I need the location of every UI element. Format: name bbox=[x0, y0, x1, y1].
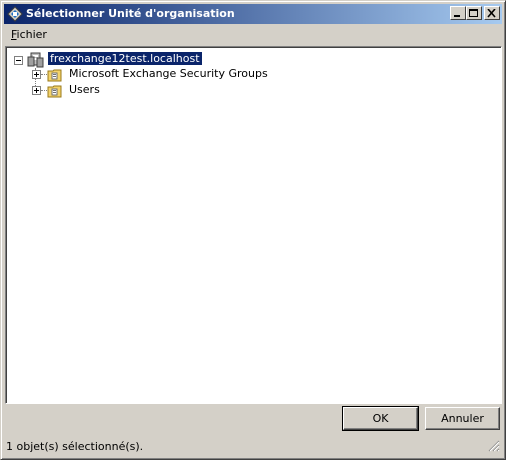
menu-file[interactable]: Fichier bbox=[9, 28, 49, 41]
expand-toggle-security-groups[interactable] bbox=[32, 70, 41, 79]
root-collapse-toggle[interactable] bbox=[14, 56, 23, 65]
app-icon bbox=[7, 6, 23, 22]
close-button[interactable] bbox=[484, 6, 500, 20]
dialog-window: Sélectionner Unité d'organisation Fichie… bbox=[0, 0, 506, 460]
maximize-button[interactable] bbox=[466, 6, 482, 20]
tree-root-label[interactable]: frexchange12test.localhost bbox=[47, 51, 203, 66]
minimize-button[interactable] bbox=[450, 6, 466, 20]
expand-toggle-users[interactable] bbox=[32, 86, 41, 95]
tree-item-security-groups[interactable]: Microsoft Exchange Security Groups bbox=[67, 67, 270, 80]
ok-button[interactable]: OK bbox=[342, 406, 419, 431]
status-bar: 1 objet(s) sélectionné(s). bbox=[4, 434, 502, 457]
title-bar[interactable]: Sélectionner Unité d'organisation bbox=[4, 4, 502, 24]
maximize-icon bbox=[469, 9, 478, 17]
organization-tree[interactable]: frexchange12test.localhost Microsoft Exc… bbox=[5, 46, 502, 404]
organizational-unit-icon bbox=[47, 83, 63, 102]
tree-item-users[interactable]: Users bbox=[67, 83, 102, 96]
close-icon bbox=[487, 9, 496, 18]
status-text: 1 objet(s) sélectionné(s). bbox=[6, 440, 144, 453]
window-title: Sélectionner Unité d'organisation bbox=[26, 7, 235, 20]
minimize-icon bbox=[454, 15, 460, 17]
cancel-button[interactable]: Annuler bbox=[425, 407, 500, 430]
menu-file-label: Fichier bbox=[11, 28, 47, 41]
resize-grip-icon[interactable] bbox=[488, 440, 500, 455]
menu-bar: Fichier bbox=[4, 25, 502, 45]
